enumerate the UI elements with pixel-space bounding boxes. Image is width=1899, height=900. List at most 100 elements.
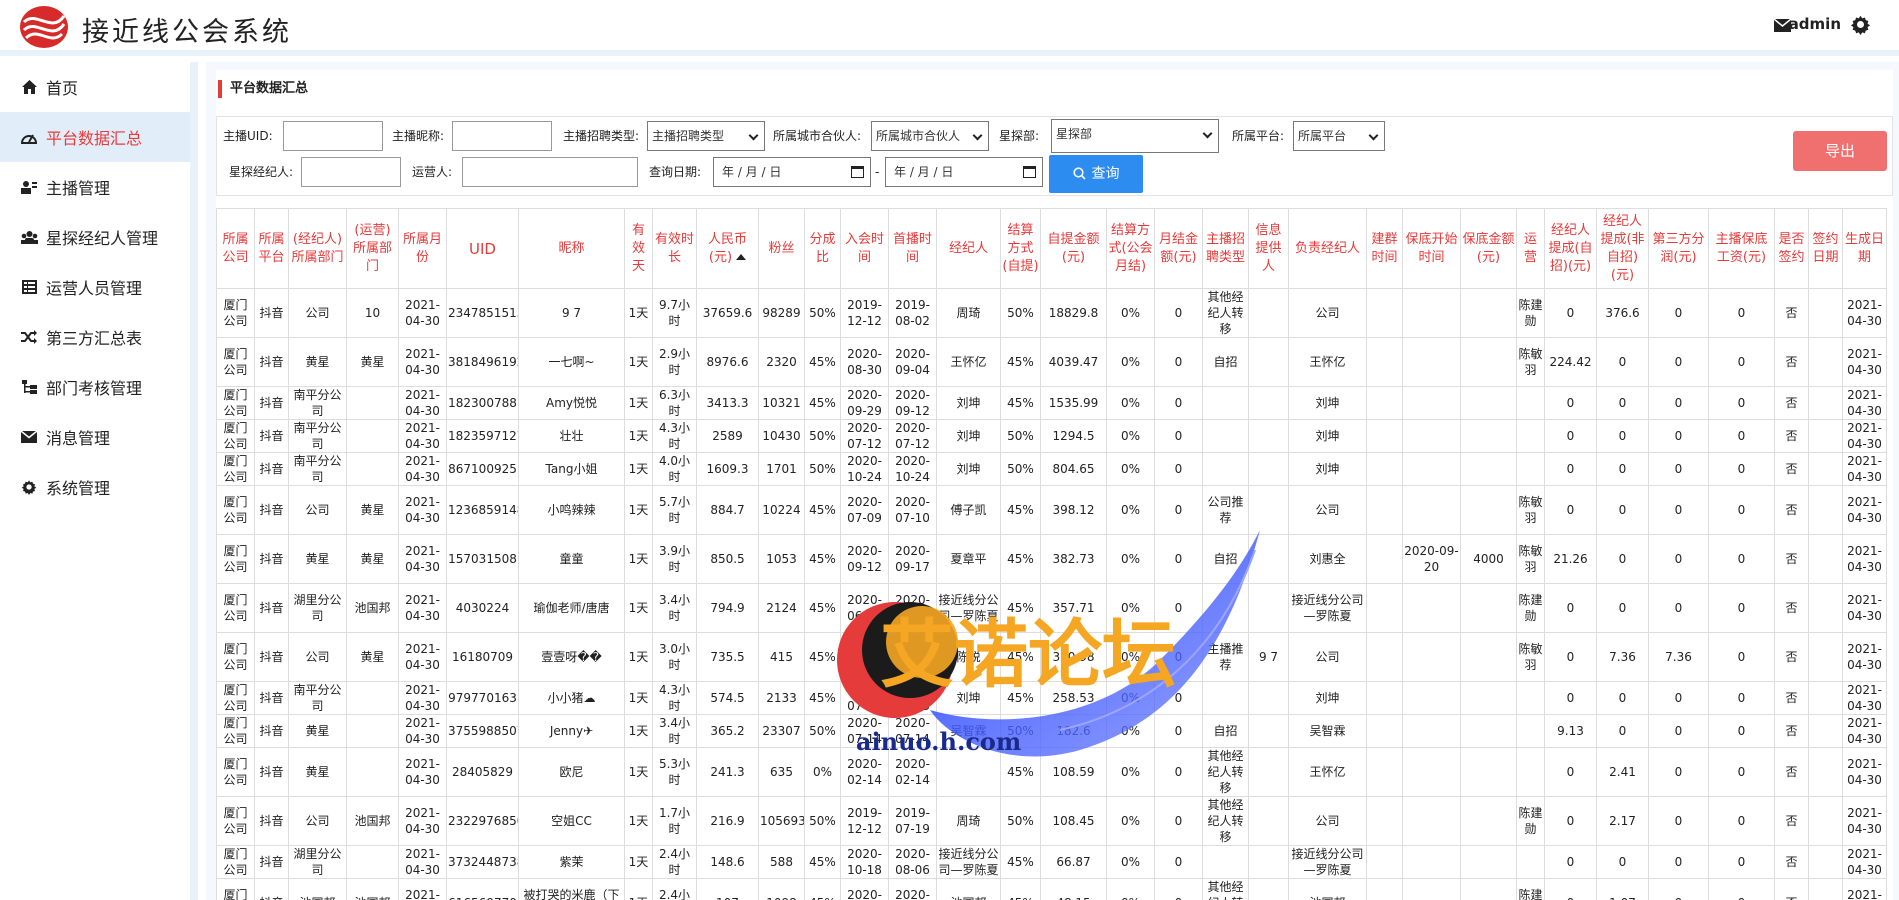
table-cell: 厦门公司 <box>216 632 255 682</box>
table-row[interactable]: 厦门公司 抖音 南平分公司 2021-04-30 1823597127 壮壮 1天 4.3小时… <box>216 419 1887 453</box>
table-cell: 自招 <box>1202 714 1249 748</box>
column-header[interactable]: 自提金额(元) <box>1040 208 1107 289</box>
column-header[interactable]: 信息提供人 <box>1248 208 1289 289</box>
table-cell: 0 <box>1154 485 1203 535</box>
column-header[interactable]: 粉丝 <box>758 208 805 289</box>
query-button[interactable]: 查询 <box>1049 155 1143 193</box>
column-header[interactable]: 生成日期 <box>1842 208 1887 289</box>
date-start-input[interactable]: 年 / 月 / 日 <box>713 157 871 187</box>
calendar-icon[interactable] <box>851 166 864 178</box>
table-cell: 0 <box>1708 681 1775 715</box>
table-row[interactable]: 厦门公司抖音池国邦池国邦2021-04-30616569770被打哭的米鹿（下午… <box>216 878 1887 900</box>
agent-input[interactable] <box>301 157 401 187</box>
table-row[interactable]: 厦门公司 抖音 黄星 黄星 2021-04-30 3818496192 一七啊~ 1天 2.9小… <box>216 337 1887 387</box>
table-cell: 182300788 <box>446 386 519 420</box>
column-header[interactable]: 负责经纪人 <box>1288 208 1367 289</box>
column-header[interactable]: 首播时间 <box>888 208 937 289</box>
date-end-input[interactable]: 年 / 月 / 日 <box>885 157 1043 187</box>
table-cell: 28405829 <box>446 747 519 797</box>
table-row[interactable]: 厦门公司 抖音 南平分公司 2021-04-30 182300788 Amy悦悦 1天 6.3… <box>216 386 1887 420</box>
table-cell: 0 <box>1648 452 1709 486</box>
table-row[interactable]: 厦门公司 抖音 湖里分公司 池国邦 2021-04-30 4030224 瑜伽老师/唐唐 1天… <box>216 583 1887 633</box>
scout-dept-select[interactable]: 星探部 <box>1051 119 1219 153</box>
column-header[interactable]: (经纪人)所属部门 <box>288 208 347 289</box>
column-header[interactable]: 所属平台 <box>254 208 289 289</box>
column-header[interactable]: 签约日期 <box>1808 208 1843 289</box>
column-header[interactable]: 人民币(元) <box>696 208 759 289</box>
column-header[interactable]: 经纪人提成(非自招)(元) <box>1596 208 1649 289</box>
table-cell: 0% <box>1106 386 1155 420</box>
table-cell: 3.0小时 <box>652 632 697 682</box>
table-cell: 108.59 <box>1040 747 1107 797</box>
column-header[interactable]: (运营)所属部门 <box>346 208 399 289</box>
column-header[interactable]: 主播保底工资(元) <box>1708 208 1775 289</box>
table-cell: 否 <box>1774 681 1809 715</box>
sidebar-item-broadcasters[interactable]: 主播管理 <box>0 162 190 212</box>
nickname-input[interactable] <box>452 121 552 151</box>
table-cell: 2021-04-30 <box>1842 747 1887 797</box>
platform-select[interactable]: 所属平台 <box>1293 121 1385 151</box>
sidebar-item-home[interactable]: 首页 <box>0 62 190 112</box>
column-header[interactable]: 经纪人 <box>936 208 1001 289</box>
table-row[interactable]: 厦门公司 抖音 南平分公司 2021-04-30 867100925 Tang小姐 1天 4.… <box>216 452 1887 486</box>
sidebar-item-messages[interactable]: 消息管理 <box>0 412 190 462</box>
sidebar-item-operators[interactable]: 运营人员管理 <box>0 262 190 312</box>
export-button[interactable]: 导出 <box>1793 131 1887 171</box>
column-header[interactable]: 所属公司 <box>216 208 255 289</box>
column-header[interactable]: 结算方式(公会月结) <box>1106 208 1155 289</box>
recruit-type-select[interactable]: 主播招聘类型 <box>647 121 765 151</box>
table-cell: 2021-04-30 <box>1842 485 1887 535</box>
column-header[interactable]: 结算方式(自提) <box>1000 208 1041 289</box>
sidebar-item-label: 系统管理 <box>46 479 111 498</box>
gear-icon[interactable] <box>1850 14 1871 35</box>
table-cell: 2.41 <box>1596 747 1649 797</box>
table-cell: 陈建勋 <box>1516 878 1545 900</box>
column-header[interactable]: 昵称 <box>518 208 625 289</box>
column-header[interactable]: 所属月份 <box>398 208 447 289</box>
column-header[interactable]: 主播招聘类型 <box>1202 208 1249 289</box>
table-cell: 0 <box>1596 452 1649 486</box>
column-header[interactable]: 保底金额(元) <box>1460 208 1517 289</box>
calendar-icon[interactable] <box>1023 166 1036 178</box>
table-cell: 2021-04-30 <box>398 583 447 633</box>
table-row[interactable]: 厦门公司 抖音 黄星 黄星 2021-04-30 157031508 童童 1天 3.9小时 85… <box>216 534 1887 584</box>
city-partner-value: 所属城市合伙人 <box>876 129 961 143</box>
table-cell: 池国邦 <box>346 583 399 633</box>
table-cell: 吴智霖 <box>1288 714 1367 748</box>
sidebar-item-dept-assessment[interactable]: 部门考核管理 <box>0 362 190 412</box>
column-header[interactable]: 经纪人提成(自招)(元) <box>1544 208 1597 289</box>
sidebar-item-third-party[interactable]: 第三方汇总表 <box>0 312 190 362</box>
table-row[interactable]: 厦门公司 抖音 黄星 2021-04-30 28405829 欧尼 1天 5.3小时 241.3… <box>216 747 1887 797</box>
table-cell: 0% <box>1106 681 1155 715</box>
column-header[interactable]: 运营 <box>1516 208 1545 289</box>
column-header[interactable]: 月结金额(元) <box>1154 208 1203 289</box>
table-row[interactable]: 厦门公司 抖音 公司 10 2021-04-30 2347851513 9 7 1天 9.7小时… <box>216 288 1887 338</box>
column-header[interactable]: 有效时长 <box>652 208 697 289</box>
uid-input[interactable] <box>283 121 383 151</box>
column-header[interactable]: 入会时间 <box>840 208 889 289</box>
table-row[interactable]: 厦门公司 抖音 黄星 2021-04-30 3755988507 Jenny✈ 1天 3.4小… <box>216 714 1887 748</box>
column-header[interactable]: 建群时间 <box>1366 208 1403 289</box>
sidebar-item-system[interactable]: 系统管理 <box>0 462 190 512</box>
column-header[interactable]: 保底开始时间 <box>1402 208 1461 289</box>
column-header[interactable]: 是否签约 <box>1774 208 1809 289</box>
table-cell <box>1808 288 1843 338</box>
table-cell: 自招 <box>1202 534 1249 584</box>
city-partner-select[interactable]: 所属城市合伙人 <box>871 121 989 151</box>
table-cell: 抖音 <box>254 845 289 879</box>
column-header[interactable]: 有效天 <box>624 208 653 289</box>
table-row[interactable]: 厦门公司 抖音 南平分公司 2021-04-30 979770163 小小猪☁ 1天 4.3小… <box>216 681 1887 715</box>
table-row[interactable]: 厦门公司 抖音 公司 黄星 2021-04-30 16180709 壹壹呀�� 1天 3.0小时… <box>216 632 1887 682</box>
sidebar-item-agents[interactable]: 星探经纪人管理 <box>0 212 190 262</box>
column-header[interactable]: UID <box>446 208 519 289</box>
operator-input[interactable] <box>462 157 638 187</box>
table-row[interactable]: 厦门公司 抖音 湖里分公司 2021-04-30 3732448738 紫茉 1天 2.4小时… <box>216 845 1887 879</box>
table-row[interactable]: 厦门公司 抖音 公司 黄星 2021-04-30 1236859148 小鸣辣辣 1天 5.7小… <box>216 485 1887 535</box>
table-cell <box>1460 845 1517 879</box>
column-header[interactable]: 分成比 <box>804 208 841 289</box>
column-header[interactable]: 第三方分润(元) <box>1648 208 1709 289</box>
sort-ascending-icon[interactable] <box>736 254 747 260</box>
user-name[interactable]: admin <box>1789 15 1841 33</box>
sidebar-item-platform-data[interactable]: 平台数据汇总 <box>0 112 190 162</box>
table-row[interactable]: 厦门公司 抖音 公司 池国邦 2021-04-30 2322976850 空姐CC 1天 1.7… <box>216 796 1887 846</box>
